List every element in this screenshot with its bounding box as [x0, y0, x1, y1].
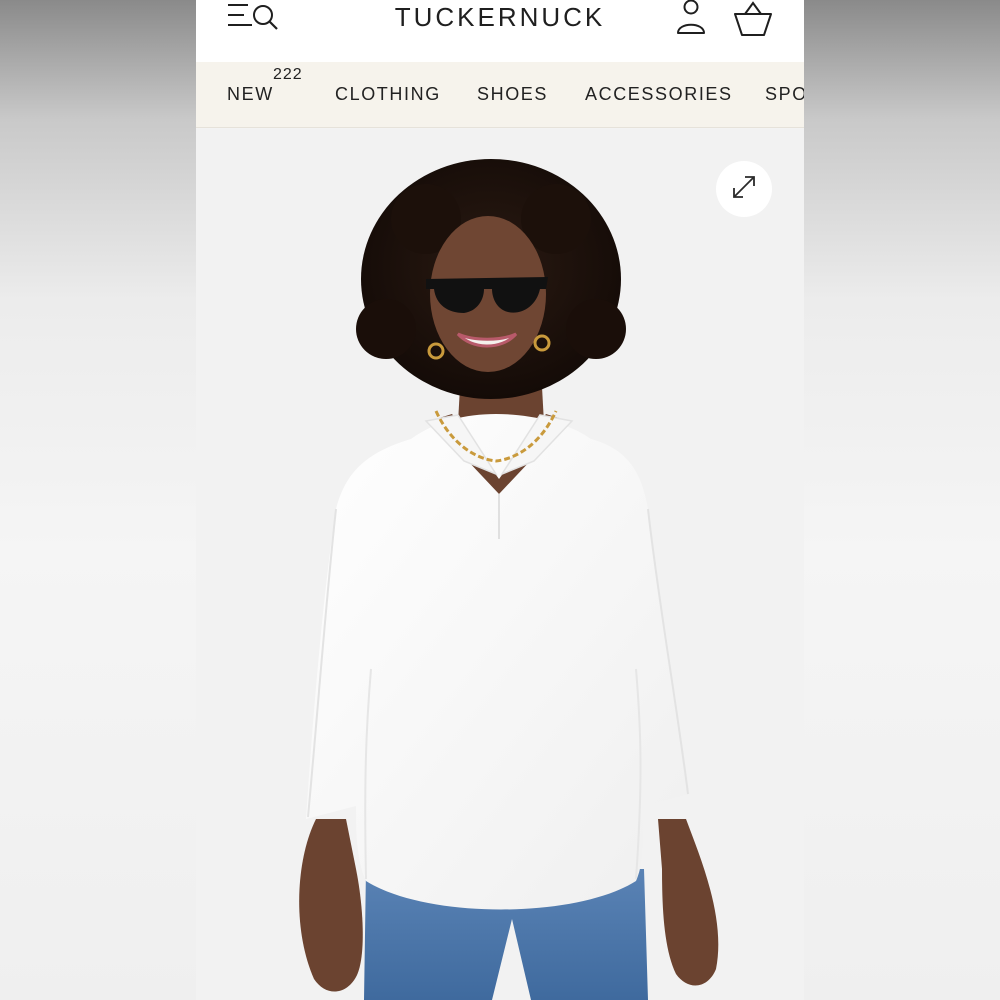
expand-icon	[731, 174, 757, 205]
model-photo	[299, 159, 719, 1000]
brand-logo[interactable]: TUCKERNUCK	[196, 2, 804, 33]
expand-image-button[interactable]	[716, 161, 772, 217]
category-nav: 222 NEW CLOTHING SHOES ACCESSORIES SPO	[196, 62, 804, 128]
nav-item-sport[interactable]: SPO	[765, 84, 804, 105]
left-backdrop	[0, 0, 196, 1000]
shopping-bag-icon[interactable]	[733, 0, 773, 38]
nav-item-shoes[interactable]: SHOES	[477, 84, 548, 105]
new-count-badge: 222	[273, 66, 303, 83]
right-backdrop	[804, 0, 1000, 1000]
mobile-page: TUCKERNUCK 222 NEW CLOTHING SHOES ACCESS…	[196, 0, 804, 1000]
nav-item-accessories[interactable]: ACCESSORIES	[585, 84, 733, 105]
nav-item-clothing[interactable]: CLOTHING	[335, 84, 441, 105]
nav-item-new[interactable]: NEW	[227, 84, 274, 105]
product-image[interactable]	[196, 129, 804, 1000]
site-header: TUCKERNUCK	[196, 0, 804, 62]
account-icon[interactable]	[674, 0, 708, 36]
